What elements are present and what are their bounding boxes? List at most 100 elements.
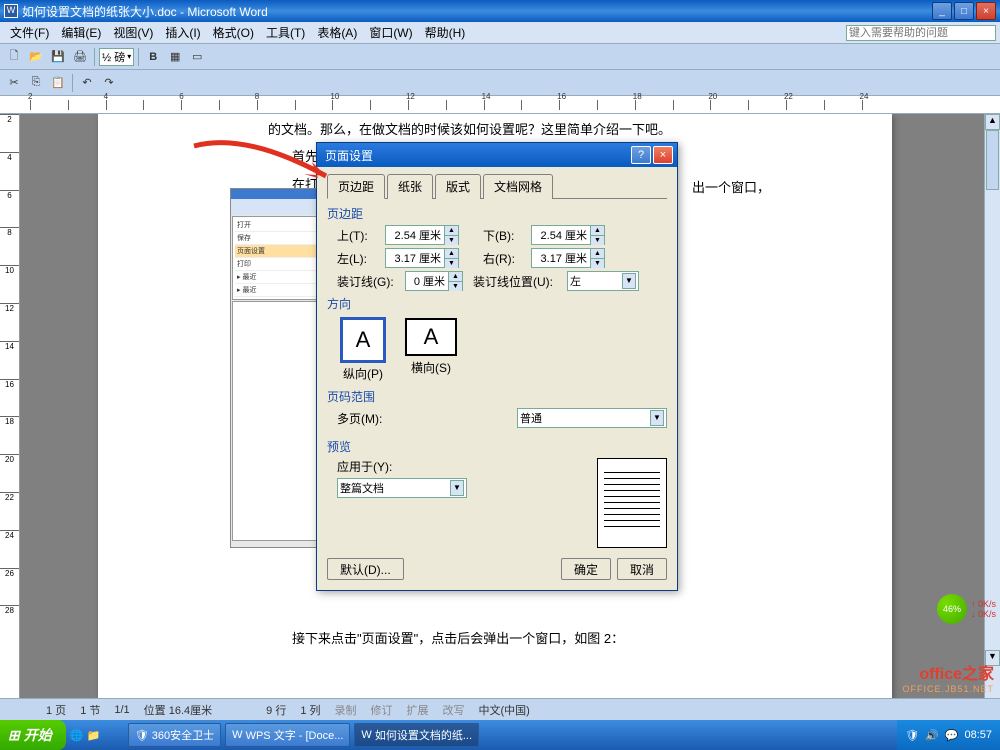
formatting-toolbar: ✂ ⎘ 📋 ↶ ↷ — [0, 70, 1000, 96]
undo-icon[interactable]: ↶ — [77, 73, 97, 93]
horizontal-ruler[interactable]: 24 68 1012 1416 1820 2224 — [0, 96, 1000, 114]
doc-text: 出一个窗口， — [692, 176, 832, 199]
menu-window[interactable]: 窗口(W) — [363, 22, 418, 43]
margin-left-input[interactable]: ▲▼ — [385, 248, 459, 268]
group-preview-label: 预览 — [327, 438, 667, 455]
scroll-up-icon[interactable]: ▲ — [985, 114, 1000, 130]
tab-layout[interactable]: 版式 — [435, 174, 481, 199]
tray-icon[interactable]: 🔊 — [925, 729, 939, 742]
scroll-thumb[interactable] — [986, 130, 999, 190]
status-rev[interactable]: 修订 — [371, 702, 393, 718]
menu-table[interactable]: 表格(A) — [311, 22, 363, 43]
status-section: 1 节 — [80, 702, 100, 718]
margin-right-input[interactable]: ▲▼ — [531, 248, 605, 268]
save-icon[interactable]: 💾 — [48, 47, 68, 67]
help-search-input[interactable] — [846, 25, 996, 41]
gutter-label: 装订线(G): — [337, 273, 401, 290]
dialog-tabs: 页边距 纸张 版式 文档网格 — [327, 173, 667, 199]
dialog-close-button[interactable]: × — [653, 146, 673, 164]
quicklaunch-icon[interactable]: 📁 — [86, 729, 100, 742]
margin-top-input[interactable]: ▲▼ — [385, 225, 459, 245]
menu-file[interactable]: 文件(F) — [4, 22, 55, 43]
margin-right-label: 右(R): — [483, 250, 527, 267]
start-button[interactable]: ⊞开始 — [0, 720, 66, 750]
apply-to-combo[interactable]: 整篇文档▼ — [337, 478, 467, 498]
status-ext[interactable]: 扩展 — [407, 702, 429, 718]
group-margins-label: 页边距 — [327, 205, 667, 222]
vertical-ruler[interactable]: 2468 10121416 18202224 2628 — [0, 114, 20, 698]
new-doc-icon[interactable]: 🗋 — [4, 47, 24, 67]
taskbar-item[interactable]: 🛡 360安全卫士 — [128, 723, 221, 747]
bold-icon[interactable]: B — [143, 47, 163, 67]
line-weight-dropdown[interactable]: ½ 磅▾ — [99, 48, 134, 66]
redo-icon[interactable]: ↷ — [99, 73, 119, 93]
page-setup-dialog: 页面设置 ? × 页边距 纸张 版式 文档网格 页边距 上(T): ▲▼ 下(B… — [316, 142, 678, 591]
standard-toolbar: 🗋 📂 💾 🖨 ½ 磅▾ B ▦ ▭ — [0, 44, 1000, 70]
tab-grid[interactable]: 文档网格 — [483, 174, 553, 199]
copy-icon[interactable]: ⎘ — [26, 73, 46, 93]
tray-icon[interactable]: 💬 — [945, 729, 959, 742]
network-percent-badge: 46% — [937, 594, 967, 624]
status-pages: 1/1 — [114, 704, 129, 716]
tab-paper[interactable]: 纸张 — [387, 174, 433, 199]
orient-portrait[interactable]: A 纵向(P) — [341, 318, 385, 382]
ok-button[interactable]: 确定 — [561, 558, 611, 580]
minimize-button[interactable]: _ — [932, 2, 952, 20]
open-icon[interactable]: 📂 — [26, 47, 46, 67]
default-button[interactable]: 默认(D)... — [327, 558, 404, 580]
close-button[interactable]: × — [976, 2, 996, 20]
status-rec[interactable]: 录制 — [335, 702, 357, 718]
embedded-screenshot: 打开保存页面设置打印▸ 最近▸ 最近 — [230, 188, 326, 548]
doc-text: 的文档。那么，在做文档的时候该如何设置呢？这里简单介绍一下吧。 — [268, 118, 832, 141]
cut-icon[interactable]: ✂ — [4, 73, 24, 93]
margin-left-label: 左(L): — [337, 250, 381, 267]
group-orient-label: 方向 — [327, 295, 667, 312]
taskbar: ⊞开始 🌐 📁 🛡 360安全卫士 W WPS 文字 - [Doce... W … — [0, 720, 1000, 750]
status-position: 位置 16.4厘米 — [144, 702, 212, 718]
title-bar: W 如何设置文档的纸张大小.doc - Microsoft Word _ □ × — [0, 0, 1000, 22]
multipage-label: 多页(M): — [337, 410, 401, 427]
menu-tools[interactable]: 工具(T) — [260, 22, 311, 43]
status-page: 1 页 — [46, 702, 66, 718]
table-icon[interactable]: ▦ — [165, 47, 185, 67]
maximize-button[interactable]: □ — [954, 2, 974, 20]
margin-top-label: 上(T): — [337, 227, 381, 244]
multipage-combo[interactable]: 普通▼ — [517, 408, 667, 428]
menu-view[interactable]: 视图(V) — [107, 22, 159, 43]
app-icon: W — [4, 4, 18, 18]
dialog-help-button[interactable]: ? — [631, 146, 651, 164]
status-column: 1 列 — [300, 702, 320, 718]
gutter-pos-combo[interactable]: 左▼ — [567, 271, 639, 291]
orient-landscape[interactable]: A 横向(S) — [405, 318, 457, 382]
menu-bar: 文件(F) 编辑(E) 视图(V) 插入(I) 格式(O) 工具(T) 表格(A… — [0, 22, 1000, 44]
menu-insert[interactable]: 插入(I) — [159, 22, 206, 43]
watermark: office之家 OFFICE.JB51.NET — [902, 660, 994, 694]
status-language[interactable]: 中文(中国) — [479, 702, 530, 718]
group-pages-label: 页码范围 — [327, 388, 667, 405]
status-line: 9 行 — [266, 702, 286, 718]
gutter-input[interactable]: ▲▼ — [405, 271, 463, 291]
tray-icon[interactable]: 🛡 — [905, 729, 919, 742]
menu-format[interactable]: 格式(O) — [207, 22, 260, 43]
paste-icon[interactable]: 📋 — [48, 73, 68, 93]
tray-clock[interactable]: 08:57 — [964, 729, 992, 741]
system-tray[interactable]: 🛡 🔊 💬 08:57 — [897, 720, 1000, 750]
print-icon[interactable]: 🖨 — [70, 47, 90, 67]
dialog-title: 页面设置 — [321, 147, 629, 164]
gutter-pos-label: 装订线位置(U): — [473, 273, 563, 290]
status-ovr[interactable]: 改写 — [443, 702, 465, 718]
preview-thumbnail — [597, 458, 667, 548]
apply-to-label: 应用于(Y): — [337, 458, 467, 475]
taskbar-item[interactable]: W WPS 文字 - [Doce... — [225, 723, 350, 747]
dialog-title-bar[interactable]: 页面设置 ? × — [317, 143, 677, 167]
menu-edit[interactable]: 编辑(E) — [55, 22, 107, 43]
network-monitor-widget[interactable]: 46% ↑ 0K/s ↓ 0K/s — [937, 594, 996, 624]
margin-bottom-label: 下(B): — [483, 227, 527, 244]
margin-bottom-input[interactable]: ▲▼ — [531, 225, 605, 245]
taskbar-item-active[interactable]: W 如何设置文档的纸... — [354, 723, 479, 747]
tab-margins[interactable]: 页边距 — [327, 174, 385, 199]
menu-help[interactable]: 帮助(H) — [419, 22, 472, 43]
border-icon[interactable]: ▭ — [187, 47, 207, 67]
cancel-button[interactable]: 取消 — [617, 558, 667, 580]
quicklaunch-icon[interactable]: 🌐 — [70, 729, 84, 742]
